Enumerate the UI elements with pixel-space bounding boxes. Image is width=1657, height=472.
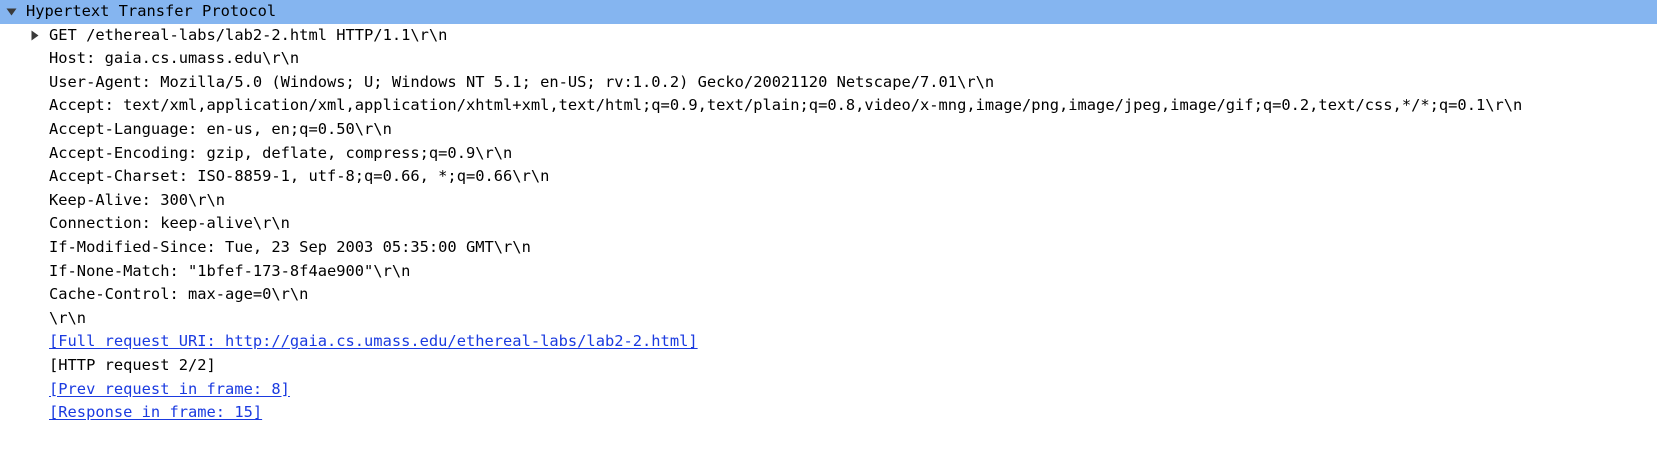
packet-details-tree: Hypertext Transfer Protocol GET /etherea…: [0, 0, 1657, 425]
tree-row-label: [HTTP request 2/2]: [49, 355, 216, 374]
triangle-right-icon[interactable]: [28, 24, 42, 48]
tree-row-label: Hypertext Transfer Protocol: [26, 2, 277, 20]
tree-row-http-protocol[interactable]: Hypertext Transfer Protocol: [0, 0, 1657, 24]
tree-row-label: Cache-Control: max-age=0\r\n: [49, 285, 309, 304]
tree-row-label: Host: gaia.cs.umass.edu\r\n: [49, 49, 300, 68]
tree-row-label: Accept-Charset: ISO-8859-1, utf-8;q=0.66…: [49, 167, 550, 186]
tree-row-header-connection[interactable]: Connection: keep-alive\r\n: [0, 212, 1657, 236]
tree-row-header-host[interactable]: Host: gaia.cs.umass.edu\r\n: [0, 47, 1657, 71]
tree-row-response-frame[interactable]: [Response in frame: 15]: [0, 401, 1657, 425]
tree-row-label: Accept: text/xml,application/xml,applica…: [49, 96, 1523, 115]
tree-row-label: Accept-Encoding: gzip, deflate, compress…: [49, 143, 513, 162]
tree-row-header-accept-encoding[interactable]: Accept-Encoding: gzip, deflate, compress…: [0, 142, 1657, 166]
tree-row-header-if-none-match[interactable]: If-None-Match: "1bfef-173-8f4ae900"\r\n: [0, 260, 1657, 284]
tree-row-http-request-count[interactable]: [HTTP request 2/2]: [0, 354, 1657, 378]
tree-row-label: Accept-Language: en-us, en;q=0.50\r\n: [49, 119, 392, 138]
prev-request-frame-link[interactable]: [Prev request in frame: 8]: [49, 378, 290, 402]
tree-row-header-keep-alive[interactable]: Keep-Alive: 300\r\n: [0, 189, 1657, 213]
tree-row-header-end[interactable]: \r\n: [0, 307, 1657, 331]
tree-row-label: GET /ethereal-labs/lab2-2.html HTTP/1.1\…: [49, 25, 448, 44]
response-frame-link[interactable]: [Response in frame: 15]: [49, 401, 262, 425]
tree-row-label: \r\n: [49, 308, 87, 327]
tree-row-label: User-Agent: Mozilla/5.0 (Windows; U; Win…: [49, 72, 995, 91]
tree-row-header-accept-charset[interactable]: Accept-Charset: ISO-8859-1, utf-8;q=0.66…: [0, 165, 1657, 189]
tree-row-full-request-uri[interactable]: [Full request URI: http://gaia.cs.umass.…: [0, 330, 1657, 354]
tree-row-label: Connection: keep-alive\r\n: [49, 214, 290, 233]
tree-row-prev-request[interactable]: [Prev request in frame: 8]: [0, 378, 1657, 402]
tree-row-header-cache-control[interactable]: Cache-Control: max-age=0\r\n: [0, 283, 1657, 307]
tree-row-request-line[interactable]: GET /ethereal-labs/lab2-2.html HTTP/1.1\…: [0, 24, 1657, 48]
full-request-uri-link[interactable]: [Full request URI: http://gaia.cs.umass.…: [49, 330, 698, 354]
tree-row-header-if-modified-since[interactable]: If-Modified-Since: Tue, 23 Sep 2003 05:3…: [0, 236, 1657, 260]
tree-row-label: If-None-Match: "1bfef-173-8f4ae900"\r\n: [49, 261, 411, 280]
tree-row-label: If-Modified-Since: Tue, 23 Sep 2003 05:3…: [49, 237, 531, 256]
tree-row-label: Keep-Alive: 300\r\n: [49, 190, 226, 209]
tree-row-header-accept[interactable]: Accept: text/xml,application/xml,applica…: [0, 94, 1657, 118]
tree-row-header-user-agent[interactable]: User-Agent: Mozilla/5.0 (Windows; U; Win…: [0, 71, 1657, 95]
triangle-down-icon[interactable]: [4, 0, 18, 24]
tree-row-header-accept-language[interactable]: Accept-Language: en-us, en;q=0.50\r\n: [0, 118, 1657, 142]
